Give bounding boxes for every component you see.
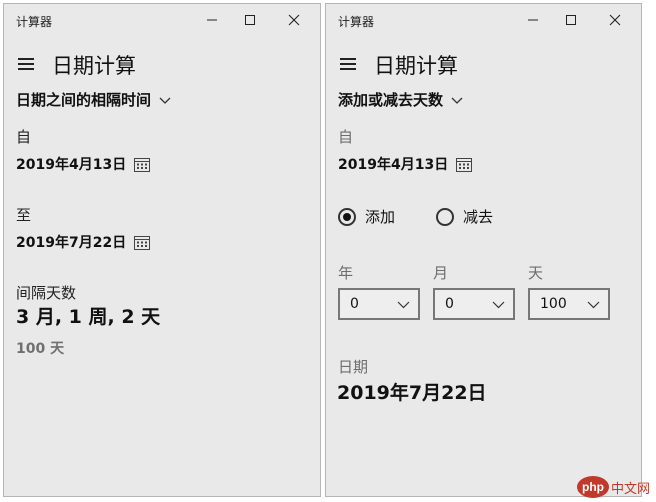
- close-icon: [609, 14, 621, 26]
- day-label: 天: [528, 264, 544, 282]
- chevron-down-icon: [492, 301, 505, 309]
- chevron-down-icon: [451, 97, 463, 104]
- watermark-text: 中文网: [610, 481, 650, 497]
- header: 日期计算: [4, 44, 320, 84]
- calculator-window-add-subtract: 计算器 日期计算 添加或减去天数 自 2019年4月13日 添加 减去 年 月 …: [325, 3, 642, 497]
- maximize-icon: [245, 15, 255, 25]
- radio-subtract-circle: [436, 207, 454, 226]
- year-select-value: 0: [350, 296, 359, 312]
- calculator-window-date-difference: 计算器 日期计算 日期之间的相隔时间 自 2019年4月13日 至 2019年7…: [3, 3, 321, 497]
- month-select-value: 0: [445, 296, 454, 312]
- page-title: 日期计算: [52, 54, 136, 78]
- maximize-icon: [566, 15, 576, 25]
- from-label: 自: [338, 128, 354, 146]
- maximize-button[interactable]: [236, 10, 264, 30]
- minimize-icon: [207, 19, 217, 21]
- mode-dropdown[interactable]: 日期之间的相隔时间: [16, 89, 171, 110]
- day-select-value: 100: [540, 296, 567, 312]
- hamburger-icon[interactable]: [16, 54, 38, 74]
- calendar-icon: [134, 235, 151, 250]
- to-date-picker[interactable]: 2019年7月22日: [16, 232, 151, 252]
- to-label: 至: [16, 206, 32, 224]
- radio-add[interactable]: 添加: [338, 206, 395, 227]
- radio-add-circle: [338, 207, 356, 226]
- from-date-value: 2019年4月13日: [338, 157, 449, 173]
- difference-value: 3 月, 1 周, 2 天: [16, 306, 161, 328]
- month-select[interactable]: 0: [433, 288, 515, 320]
- minimize-button[interactable]: [198, 10, 226, 30]
- chevron-down-icon: [587, 301, 600, 309]
- close-button[interactable]: [601, 10, 629, 30]
- watermark-badge: php: [576, 476, 609, 498]
- year-label: 年: [338, 264, 354, 282]
- from-date-picker[interactable]: 2019年4月13日: [16, 154, 151, 174]
- header: 日期计算: [326, 44, 641, 84]
- minimize-button[interactable]: [519, 10, 547, 30]
- day-select[interactable]: 100: [528, 288, 610, 320]
- app-title: 计算器: [338, 15, 375, 29]
- from-date-picker[interactable]: 2019年4月13日: [338, 154, 473, 174]
- radio-subtract-label: 减去: [463, 208, 494, 226]
- radio-add-label: 添加: [365, 208, 396, 226]
- mode-label: 日期之间的相隔时间: [16, 91, 152, 109]
- app-title: 计算器: [16, 15, 53, 29]
- minimize-icon: [528, 19, 538, 21]
- chevron-down-icon: [397, 301, 410, 309]
- radio-subtract[interactable]: 减去: [436, 206, 493, 227]
- mode-label: 添加或减去天数: [338, 91, 444, 109]
- from-date-value: 2019年4月13日: [16, 157, 127, 173]
- difference-label: 间隔天数: [16, 284, 77, 302]
- difference-days: 100 天: [16, 341, 65, 357]
- year-select[interactable]: 0: [338, 288, 420, 320]
- page-title: 日期计算: [374, 54, 458, 78]
- chevron-down-icon: [159, 97, 171, 104]
- mode-dropdown[interactable]: 添加或减去天数: [338, 89, 463, 110]
- result-date-value: 2019年7月22日: [337, 382, 487, 404]
- result-label: 日期: [338, 358, 369, 376]
- close-icon: [288, 14, 300, 26]
- month-label: 月: [433, 264, 449, 282]
- from-label: 自: [16, 128, 32, 146]
- calendar-icon: [456, 157, 473, 172]
- close-button[interactable]: [280, 10, 308, 30]
- to-date-value: 2019年7月22日: [16, 235, 127, 251]
- title-bar[interactable]: 计算器: [4, 4, 320, 36]
- hamburger-icon[interactable]: [338, 54, 360, 74]
- maximize-button[interactable]: [557, 10, 585, 30]
- title-bar[interactable]: 计算器: [326, 4, 641, 36]
- calendar-icon: [134, 157, 151, 172]
- watermark-logo: php 中文网: [576, 476, 650, 498]
